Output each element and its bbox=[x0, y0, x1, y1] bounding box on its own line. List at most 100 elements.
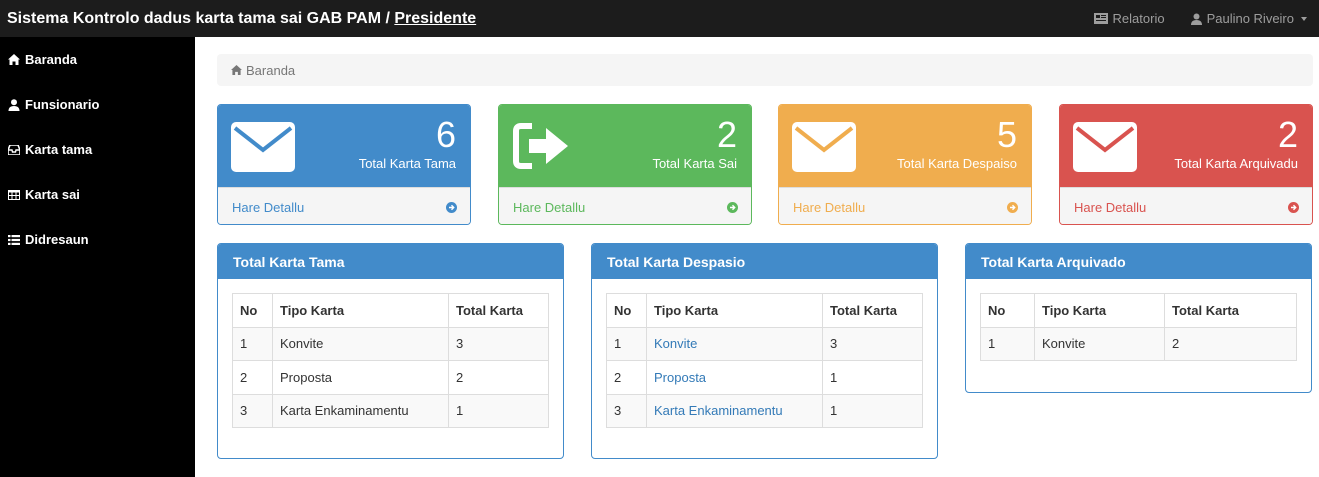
panel-karta-arquivado: Total Karta Arquivado No Tipo Karta Tota… bbox=[965, 243, 1312, 393]
sign-out-icon bbox=[513, 123, 568, 169]
table-cell: Konvite bbox=[272, 326, 449, 361]
table-row: 1 Konvite 3 bbox=[232, 326, 549, 361]
arrow-circle-right-icon bbox=[1007, 201, 1018, 213]
table-cell: 1 bbox=[980, 326, 1035, 361]
stat-label: Total Karta Tama bbox=[358, 156, 456, 171]
table-row: 3 Karta Enkaminamentu 1 bbox=[606, 393, 923, 428]
envelope-icon bbox=[792, 122, 856, 172]
tipo-karta-link[interactable]: Proposta bbox=[646, 360, 823, 395]
table-row: 1 Konvite 2 bbox=[980, 326, 1297, 361]
column-header: Total Karta bbox=[448, 293, 549, 328]
breadcrumb: Baranda bbox=[217, 54, 1313, 86]
list-icon bbox=[8, 234, 20, 245]
table-row: 2 Proposta 2 bbox=[232, 360, 549, 395]
sidebar-item-label: Didresaun bbox=[25, 232, 89, 247]
home-icon bbox=[231, 65, 242, 75]
table-cell: 2 bbox=[232, 360, 273, 395]
stat-card-karta-tama: 6 Total Karta Tama Hare Detallu bbox=[217, 104, 471, 225]
panel-title: Total Karta Arquivado bbox=[966, 244, 1311, 279]
table-cell: 3 bbox=[606, 393, 647, 428]
view-details-label: Hare Detallu bbox=[1074, 199, 1147, 215]
summary-table: No Tipo Karta Total Karta 1 Konvite 3 2 … bbox=[232, 293, 549, 428]
table-cell: 3 bbox=[822, 326, 923, 361]
panel-title: Total Karta Tama bbox=[218, 244, 563, 279]
stat-count: 2 bbox=[1277, 114, 1298, 155]
sidebar-item-funsionario[interactable]: Funsionario bbox=[0, 82, 195, 127]
table-cell: 2 bbox=[606, 360, 647, 395]
table-row: 1 Konvite 3 bbox=[606, 326, 923, 361]
top-nav-links: Relatorio Paulino Riveiro bbox=[1093, 11, 1307, 26]
column-header: No bbox=[606, 293, 647, 328]
envelope-icon bbox=[231, 122, 295, 172]
table-cell: Konvite bbox=[1034, 326, 1165, 361]
column-header: Tipo Karta bbox=[1034, 293, 1165, 328]
table-cell: Karta Enkaminamentu bbox=[272, 393, 449, 428]
sidebar-item-label: Karta sai bbox=[25, 187, 80, 202]
sidebar-item-didresaun[interactable]: Didresaun bbox=[0, 217, 195, 262]
user-icon bbox=[8, 98, 20, 111]
user-name: Paulino Riveiro bbox=[1206, 11, 1294, 26]
arrow-circle-right-icon bbox=[1288, 201, 1299, 213]
stat-card-karta-arquivadu: 2 Total Karta Arquivadu Hare Detallu bbox=[1059, 104, 1313, 225]
view-details-link[interactable]: Hare Detallu bbox=[499, 187, 751, 224]
sidebar-item-karta-tama[interactable]: Karta tama bbox=[0, 127, 195, 172]
stat-card-header: 2 Total Karta Sai bbox=[499, 105, 751, 187]
summary-table: No Tipo Karta Total Karta 1 Konvite 3 2 … bbox=[606, 293, 923, 428]
column-header: Tipo Karta bbox=[646, 293, 823, 328]
sidebar-item-karta-sai[interactable]: Karta sai bbox=[0, 172, 195, 217]
view-details-link[interactable]: Hare Detallu bbox=[218, 187, 470, 224]
column-header: No bbox=[980, 293, 1035, 328]
table-cell: 2 bbox=[1164, 326, 1297, 361]
tipo-karta-link[interactable]: Konvite bbox=[646, 326, 823, 361]
sidebar: Baranda Funsionario Karta tama Karta sai bbox=[0, 37, 195, 477]
stat-card-header: 5 Total Karta Despaiso bbox=[779, 105, 1031, 187]
table-cell: 1 bbox=[448, 393, 549, 428]
envelope-icon bbox=[1073, 122, 1137, 172]
report-label: Relatorio bbox=[1112, 11, 1165, 26]
column-header: Tipo Karta bbox=[272, 293, 449, 328]
newspaper-icon bbox=[1093, 13, 1108, 24]
stat-label: Total Karta Despaiso bbox=[897, 156, 1017, 171]
user-menu[interactable]: Paulino Riveiro bbox=[1190, 11, 1307, 26]
summary-table: No Tipo Karta Total Karta 1 Konvite 2 bbox=[980, 293, 1297, 361]
tipo-karta-link[interactable]: Karta Enkaminamentu bbox=[646, 393, 823, 428]
view-details-label: Hare Detallu bbox=[513, 199, 586, 215]
role-link[interactable]: Presidente bbox=[394, 10, 476, 27]
table-header-row: No Tipo Karta Total Karta bbox=[980, 293, 1297, 328]
view-details-link[interactable]: Hare Detallu bbox=[779, 187, 1031, 224]
main-content: Baranda 6 Total Karta Tama Hare Detallu … bbox=[195, 37, 1319, 477]
panel-body: No Tipo Karta Total Karta 1 Konvite 3 2 … bbox=[592, 279, 937, 428]
table-cell: 1 bbox=[232, 326, 273, 361]
column-header: Total Karta bbox=[822, 293, 923, 328]
column-header: No bbox=[232, 293, 273, 328]
table-cell: 1 bbox=[606, 326, 647, 361]
report-menu[interactable]: Relatorio bbox=[1093, 11, 1165, 26]
table-header-row: No Tipo Karta Total Karta bbox=[232, 293, 549, 328]
breadcrumb-label[interactable]: Baranda bbox=[246, 63, 295, 78]
top-navbar: Sistema Kontrolo dadus karta tama sai GA… bbox=[0, 0, 1319, 37]
table-header-row: No Tipo Karta Total Karta bbox=[606, 293, 923, 328]
sidebar-item-label: Funsionario bbox=[25, 97, 100, 112]
table-cell: 1 bbox=[822, 393, 923, 428]
stat-count: 5 bbox=[996, 114, 1017, 155]
table-icon bbox=[8, 189, 20, 200]
stat-count: 2 bbox=[716, 114, 737, 155]
sidebar-item-baranda[interactable]: Baranda bbox=[0, 37, 195, 82]
view-details-link[interactable]: Hare Detallu bbox=[1060, 187, 1312, 224]
table-cell: 1 bbox=[822, 360, 923, 395]
column-header: Total Karta bbox=[1164, 293, 1297, 328]
panel-title: Total Karta Despasio bbox=[592, 244, 937, 279]
inbox-icon bbox=[8, 144, 20, 155]
table-row: 2 Proposta 1 bbox=[606, 360, 923, 395]
caret-down-icon bbox=[1301, 16, 1307, 21]
table-row: 3 Karta Enkaminamentu 1 bbox=[232, 393, 549, 428]
panel-body: No Tipo Karta Total Karta 1 Konvite 2 bbox=[966, 279, 1311, 361]
stat-card-header: 6 Total Karta Tama bbox=[218, 105, 470, 187]
arrow-circle-right-icon bbox=[446, 201, 457, 213]
sidebar-item-label: Baranda bbox=[25, 52, 78, 67]
panel-karta-despasio: Total Karta Despasio No Tipo Karta Total… bbox=[591, 243, 938, 459]
table-cell: 2 bbox=[448, 360, 549, 395]
table-cell: 3 bbox=[448, 326, 549, 361]
panel-karta-tama: Total Karta Tama No Tipo Karta Total Kar… bbox=[217, 243, 564, 459]
app-title[interactable]: Sistema Kontrolo dadus karta tama sai GA… bbox=[7, 10, 476, 28]
